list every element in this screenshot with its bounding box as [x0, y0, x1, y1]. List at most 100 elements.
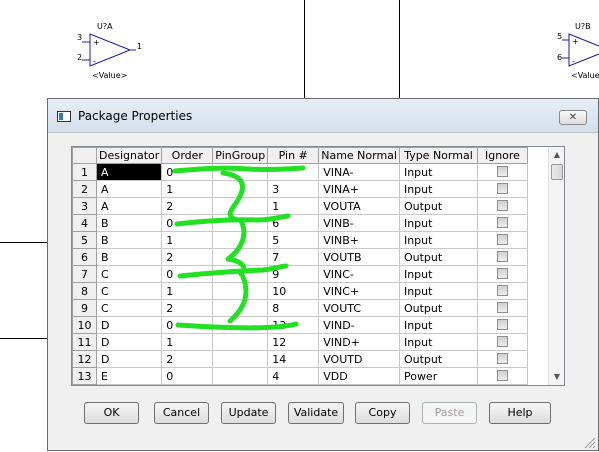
update-button[interactable]: Update: [221, 402, 276, 424]
pin-number-cell[interactable]: [267, 163, 320, 181]
name-normal-cell[interactable]: VINC-: [318, 265, 400, 283]
type-normal-cell[interactable]: Input: [398, 163, 478, 181]
table-row[interactable]: 11 D 1 12 VIND+ Input: [72, 333, 528, 351]
ignore-checkbox[interactable]: [496, 353, 508, 364]
order-cell[interactable]: 1: [161, 333, 214, 351]
name-normal-cell[interactable]: VDD: [318, 367, 400, 385]
paste-button[interactable]: Paste: [422, 402, 477, 424]
opamp-symbol-a[interactable]: U?A 3 2 1 + - <Value>: [74, 20, 154, 84]
table-row[interactable]: 7 C 0 9 VINC- Input: [72, 265, 528, 283]
type-normal-cell[interactable]: Input: [398, 333, 478, 351]
ignore-checkbox[interactable]: [496, 302, 508, 313]
column-header[interactable]: Pin #: [267, 147, 320, 164]
name-normal-cell[interactable]: VINA+: [318, 180, 400, 198]
designator-cell[interactable]: A: [95, 180, 163, 198]
row-number[interactable]: 3: [72, 197, 97, 215]
column-header[interactable]: Ignore: [476, 147, 528, 164]
table-row[interactable]: 2 A 1 3 VINA+ Input: [72, 180, 528, 198]
designator-cell[interactable]: B: [95, 214, 163, 232]
designator-cell[interactable]: D: [95, 316, 163, 334]
table-row[interactable]: 1 A 0 VINA- Input: [72, 163, 528, 181]
order-cell[interactable]: 0: [161, 265, 214, 283]
resize-grip-icon[interactable]: [582, 435, 596, 449]
column-header[interactable]: PinGroup: [212, 147, 269, 164]
row-number[interactable]: 5: [72, 231, 97, 249]
pin-number-cell[interactable]: 14: [267, 350, 320, 368]
pingroup-cell[interactable]: [212, 163, 269, 181]
row-number[interactable]: 13: [72, 367, 97, 385]
pingroup-cell[interactable]: [212, 350, 269, 368]
opamp-symbol-b[interactable]: U?B 5 6 + - <Value>: [555, 20, 599, 84]
name-normal-cell[interactable]: VOUTD: [318, 350, 400, 368]
designator-cell[interactable]: C: [95, 282, 163, 300]
designator-cell[interactable]: C: [95, 265, 163, 283]
column-header[interactable]: Type Normal: [398, 147, 478, 164]
ignore-checkbox[interactable]: [496, 285, 508, 296]
table-row[interactable]: 5 B 1 5 VINB+ Input: [72, 231, 528, 249]
table-row[interactable]: 6 B 2 7 VOUTB Output: [72, 248, 528, 266]
row-number[interactable]: 7: [72, 265, 97, 283]
row-number[interactable]: 11: [72, 333, 97, 351]
pingroup-cell[interactable]: [212, 282, 269, 300]
order-cell[interactable]: 2: [161, 299, 214, 317]
pin-number-cell[interactable]: 4: [267, 367, 320, 385]
type-normal-cell[interactable]: Input: [398, 180, 478, 198]
validate-button[interactable]: Validate: [288, 402, 344, 424]
type-normal-cell[interactable]: Output: [398, 197, 478, 215]
order-cell[interactable]: 0: [161, 163, 214, 181]
pingroup-cell[interactable]: [212, 384, 269, 385]
row-number[interactable]: 6: [72, 248, 97, 266]
ignore-checkbox[interactable]: [496, 336, 508, 347]
order-cell[interactable]: 0: [161, 316, 214, 334]
order-cell[interactable]: 0: [161, 367, 214, 385]
ignore-checkbox[interactable]: [496, 234, 508, 245]
order-cell[interactable]: 2: [161, 248, 214, 266]
type-normal-cell[interactable]: Power: [398, 367, 478, 385]
ignore-checkbox[interactable]: [496, 251, 508, 262]
pingroup-cell[interactable]: [212, 299, 269, 317]
name-normal-cell[interactable]: VINB-: [318, 214, 400, 232]
row-number[interactable]: 4: [72, 214, 97, 232]
type-normal-cell[interactable]: Output: [398, 299, 478, 317]
pingroup-cell[interactable]: [212, 231, 269, 249]
column-header[interactable]: Order: [161, 147, 214, 164]
row-number[interactable]: 8: [72, 282, 97, 300]
order-cell[interactable]: 2: [161, 197, 214, 215]
pingroup-cell[interactable]: [212, 265, 269, 283]
order-cell[interactable]: 1: [161, 282, 214, 300]
type-normal-cell[interactable]: Input: [398, 265, 478, 283]
order-cell[interactable]: 1: [161, 180, 214, 198]
vertical-scrollbar[interactable]: ▲ ▼: [548, 147, 564, 385]
pin-number-cell[interactable]: 9: [267, 265, 320, 283]
title-bar[interactable]: Package Properties ✕: [48, 99, 598, 133]
table-row[interactable]: 10 D 0 13 VIND- Input: [72, 316, 528, 334]
name-normal-cell[interactable]: VINA-: [318, 163, 400, 181]
table-row[interactable]: 12 D 2 14 VOUTD Output: [72, 350, 528, 368]
ok-button[interactable]: OK: [84, 402, 139, 424]
pingroup-cell[interactable]: [212, 316, 269, 334]
pingroup-cell[interactable]: [212, 367, 269, 385]
pingroup-cell[interactable]: [212, 248, 269, 266]
type-normal-cell[interactable]: Input: [398, 282, 478, 300]
name-normal-cell[interactable]: VINB+: [318, 231, 400, 249]
pingroup-cell[interactable]: [212, 333, 269, 351]
pin-number-cell[interactable]: 8: [267, 299, 320, 317]
pingroup-cell[interactable]: [212, 197, 269, 215]
order-cell[interactable]: 1: [161, 384, 214, 385]
name-normal-cell[interactable]: VINC+: [318, 282, 400, 300]
pin-number-cell[interactable]: 10: [267, 282, 320, 300]
ignore-checkbox[interactable]: [496, 200, 508, 211]
name-normal-cell[interactable]: VOUTA: [318, 197, 400, 215]
pin-number-cell[interactable]: 5: [267, 231, 320, 249]
designator-cell[interactable]: A: [95, 163, 163, 181]
designator-cell[interactable]: B: [95, 231, 163, 249]
name-normal-cell[interactable]: VIND-: [318, 316, 400, 334]
pingroup-cell[interactable]: [212, 180, 269, 198]
ignore-checkbox[interactable]: [496, 166, 508, 177]
table-row[interactable]: 8 C 1 10 VINC+ Input: [72, 282, 528, 300]
designator-cell[interactable]: E: [95, 384, 163, 385]
table-row[interactable]: 9 C 2 8 VOUTC Output: [72, 299, 528, 317]
cancel-button[interactable]: Cancel: [154, 402, 209, 424]
scroll-thumb[interactable]: [551, 164, 563, 180]
order-cell[interactable]: 2: [161, 350, 214, 368]
